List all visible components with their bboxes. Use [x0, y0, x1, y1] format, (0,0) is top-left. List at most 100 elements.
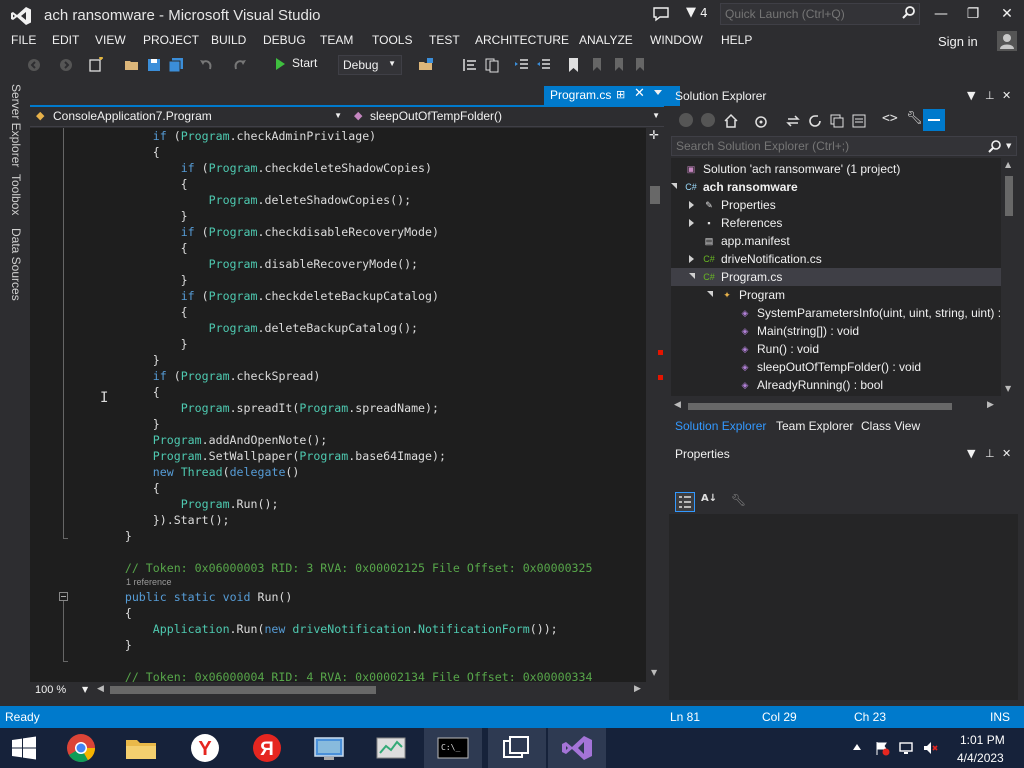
- attach-icon[interactable]: [418, 57, 434, 73]
- minimize-button[interactable]: —: [926, 4, 956, 24]
- solution-tree-hscroll-thumb[interactable]: [688, 403, 952, 410]
- pending-changes-icon[interactable]: [785, 113, 801, 129]
- code-line[interactable]: Program.SetWallpaper(Program.base64Image…: [69, 449, 446, 465]
- expanded-chevron-icon[interactable]: [689, 273, 695, 279]
- redo-icon[interactable]: [232, 57, 248, 73]
- sync-icon[interactable]: [753, 113, 769, 129]
- undo-icon[interactable]: [198, 57, 214, 73]
- pin-icon[interactable]: ⊞: [616, 88, 625, 101]
- scroll-right-icon[interactable]: ▶: [634, 684, 641, 694]
- code-line[interactable]: public static void Run(): [69, 590, 293, 606]
- close-tab-icon[interactable]: ✕: [634, 86, 645, 101]
- type-dropdown[interactable]: ◆ ConsoleApplication7.Program ▼: [30, 107, 346, 127]
- yandex-browser-icon[interactable]: Я: [238, 728, 296, 768]
- close-icon[interactable]: ✕: [1002, 447, 1011, 460]
- pin-icon[interactable]: ⊥: [985, 447, 995, 460]
- forward-icon[interactable]: [701, 113, 715, 127]
- expanded-chevron-icon[interactable]: [671, 183, 677, 189]
- chevron-down-icon[interactable]: ▼: [1006, 142, 1011, 150]
- scroll-left-icon[interactable]: ◀: [674, 400, 681, 410]
- zoom-level[interactable]: 100 %: [35, 684, 66, 696]
- expanded-chevron-icon[interactable]: [707, 291, 713, 297]
- pages-icon[interactable]: [484, 57, 500, 73]
- search-icon[interactable]: [988, 139, 1002, 153]
- file-explorer-icon[interactable]: [112, 728, 170, 768]
- bookmark-icon[interactable]: [566, 57, 582, 73]
- code-line[interactable]: Application.Run(new driveNotification.No…: [69, 622, 558, 638]
- restore-button[interactable]: ❐: [958, 4, 988, 24]
- close-button[interactable]: ✕: [992, 4, 1022, 24]
- code-line[interactable]: }: [69, 529, 132, 545]
- code-line[interactable]: // Token: 0x06000003 RID: 3 RVA: 0x00002…: [69, 561, 593, 577]
- menu-window[interactable]: WINDOW: [650, 33, 703, 47]
- solution-explorer-search-input[interactable]: [671, 136, 1017, 156]
- code-line[interactable]: {: [69, 481, 160, 497]
- sign-in-link[interactable]: Sign in: [938, 34, 978, 49]
- code-line[interactable]: }: [69, 638, 132, 654]
- code-line[interactable]: {: [69, 305, 188, 321]
- yandex-icon[interactable]: Y: [176, 728, 234, 768]
- preview-selected-items-icon[interactable]: [923, 109, 945, 131]
- resource-monitor-icon[interactable]: [362, 728, 420, 768]
- tab-class-view[interactable]: Class View: [861, 419, 920, 433]
- tab-program-cs[interactable]: Program.cs: [544, 86, 680, 106]
- chevron-down-icon[interactable]: ▼: [82, 685, 88, 694]
- code-line[interactable]: Program.deleteShadowCopies();: [69, 193, 411, 209]
- menu-team[interactable]: TEAM: [320, 33, 353, 47]
- scroll-down-icon[interactable]: ▼: [651, 668, 657, 677]
- server-explorer-tab[interactable]: Server Explorer: [9, 84, 23, 167]
- refresh-icon[interactable]: [807, 113, 823, 129]
- prev-bookmark-icon[interactable]: [588, 57, 604, 73]
- start-icon[interactable]: [0, 728, 48, 768]
- collapsed-chevron-icon[interactable]: [689, 219, 694, 227]
- tree-item[interactable]: C# ach ransomware: [671, 178, 1001, 196]
- pin-icon[interactable]: ⊥: [985, 89, 995, 102]
- account-icon[interactable]: [997, 31, 1017, 51]
- editor-hscroll-thumb[interactable]: [110, 686, 376, 694]
- code-line[interactable]: // Token: 0x06000004 RID: 4 RVA: 0x00002…: [69, 670, 593, 682]
- scroll-left-icon[interactable]: ◀: [97, 684, 104, 694]
- start-debugging-button[interactable]: Start: [276, 56, 317, 74]
- code-line[interactable]: Program.addAndOpenNote();: [69, 433, 328, 449]
- show-all-files-icon[interactable]: [851, 113, 867, 129]
- chevron-down-icon[interactable]: ▼: [967, 447, 975, 460]
- chevron-down-icon[interactable]: [654, 90, 662, 95]
- code-line[interactable]: }: [69, 417, 160, 433]
- command-prompt-icon[interactable]: C:\_: [424, 728, 482, 768]
- format-icon[interactable]: [462, 57, 478, 73]
- open-file-icon[interactable]: [124, 57, 140, 73]
- code-line[interactable]: if (Program.checkdisableRecoveryMode): [69, 225, 439, 241]
- indent-icon[interactable]: [514, 57, 530, 73]
- property-pages-wrench-icon[interactable]: 🔧︎: [731, 493, 746, 507]
- code-line[interactable]: Program.disableRecoveryMode();: [69, 257, 418, 273]
- tree-item[interactable]: ◈ sleepOutOfTempFolder() : void: [671, 358, 1001, 376]
- code-line[interactable]: Program.spreadIt(Program.spreadName);: [69, 401, 439, 417]
- code-line[interactable]: {: [69, 145, 160, 161]
- code-line[interactable]: if (Program.checkdeleteShadowCopies): [69, 161, 432, 177]
- menu-test[interactable]: TEST: [429, 33, 460, 47]
- network-icon[interactable]: [898, 740, 914, 756]
- code-line[interactable]: }: [69, 337, 188, 353]
- editor-scroll-thumb[interactable]: [650, 186, 660, 204]
- menu-file[interactable]: FILE: [11, 33, 36, 47]
- next-bookmark-icon[interactable]: [610, 57, 626, 73]
- visual-studio-icon[interactable]: [548, 728, 606, 768]
- menu-debug[interactable]: DEBUG: [263, 33, 306, 47]
- menu-architecture[interactable]: ARCHITECTURE: [475, 33, 569, 47]
- task-view-icon[interactable]: [488, 728, 546, 768]
- codelens-references[interactable]: 1 reference: [126, 577, 172, 587]
- show-hidden-icons-icon[interactable]: [853, 744, 861, 750]
- outdent-icon[interactable]: [536, 57, 552, 73]
- clear-bookmarks-icon[interactable]: [632, 57, 648, 73]
- menu-build[interactable]: BUILD: [211, 33, 246, 47]
- collapse-all-icon[interactable]: [829, 113, 845, 129]
- code-line[interactable]: {: [69, 241, 188, 257]
- chevron-down-icon[interactable]: ▼: [967, 89, 975, 102]
- network-monitor-icon[interactable]: [300, 728, 358, 768]
- navigate-forward-icon[interactable]: [58, 57, 74, 73]
- tree-item[interactable]: ✎ Properties: [671, 196, 1001, 214]
- volume-muted-icon[interactable]: [922, 740, 938, 756]
- member-dropdown[interactable]: ◆ sleepOutOfTempFolder() ▼: [350, 107, 664, 127]
- close-icon[interactable]: ✕: [1002, 89, 1011, 102]
- collapsed-chevron-icon[interactable]: [689, 255, 694, 263]
